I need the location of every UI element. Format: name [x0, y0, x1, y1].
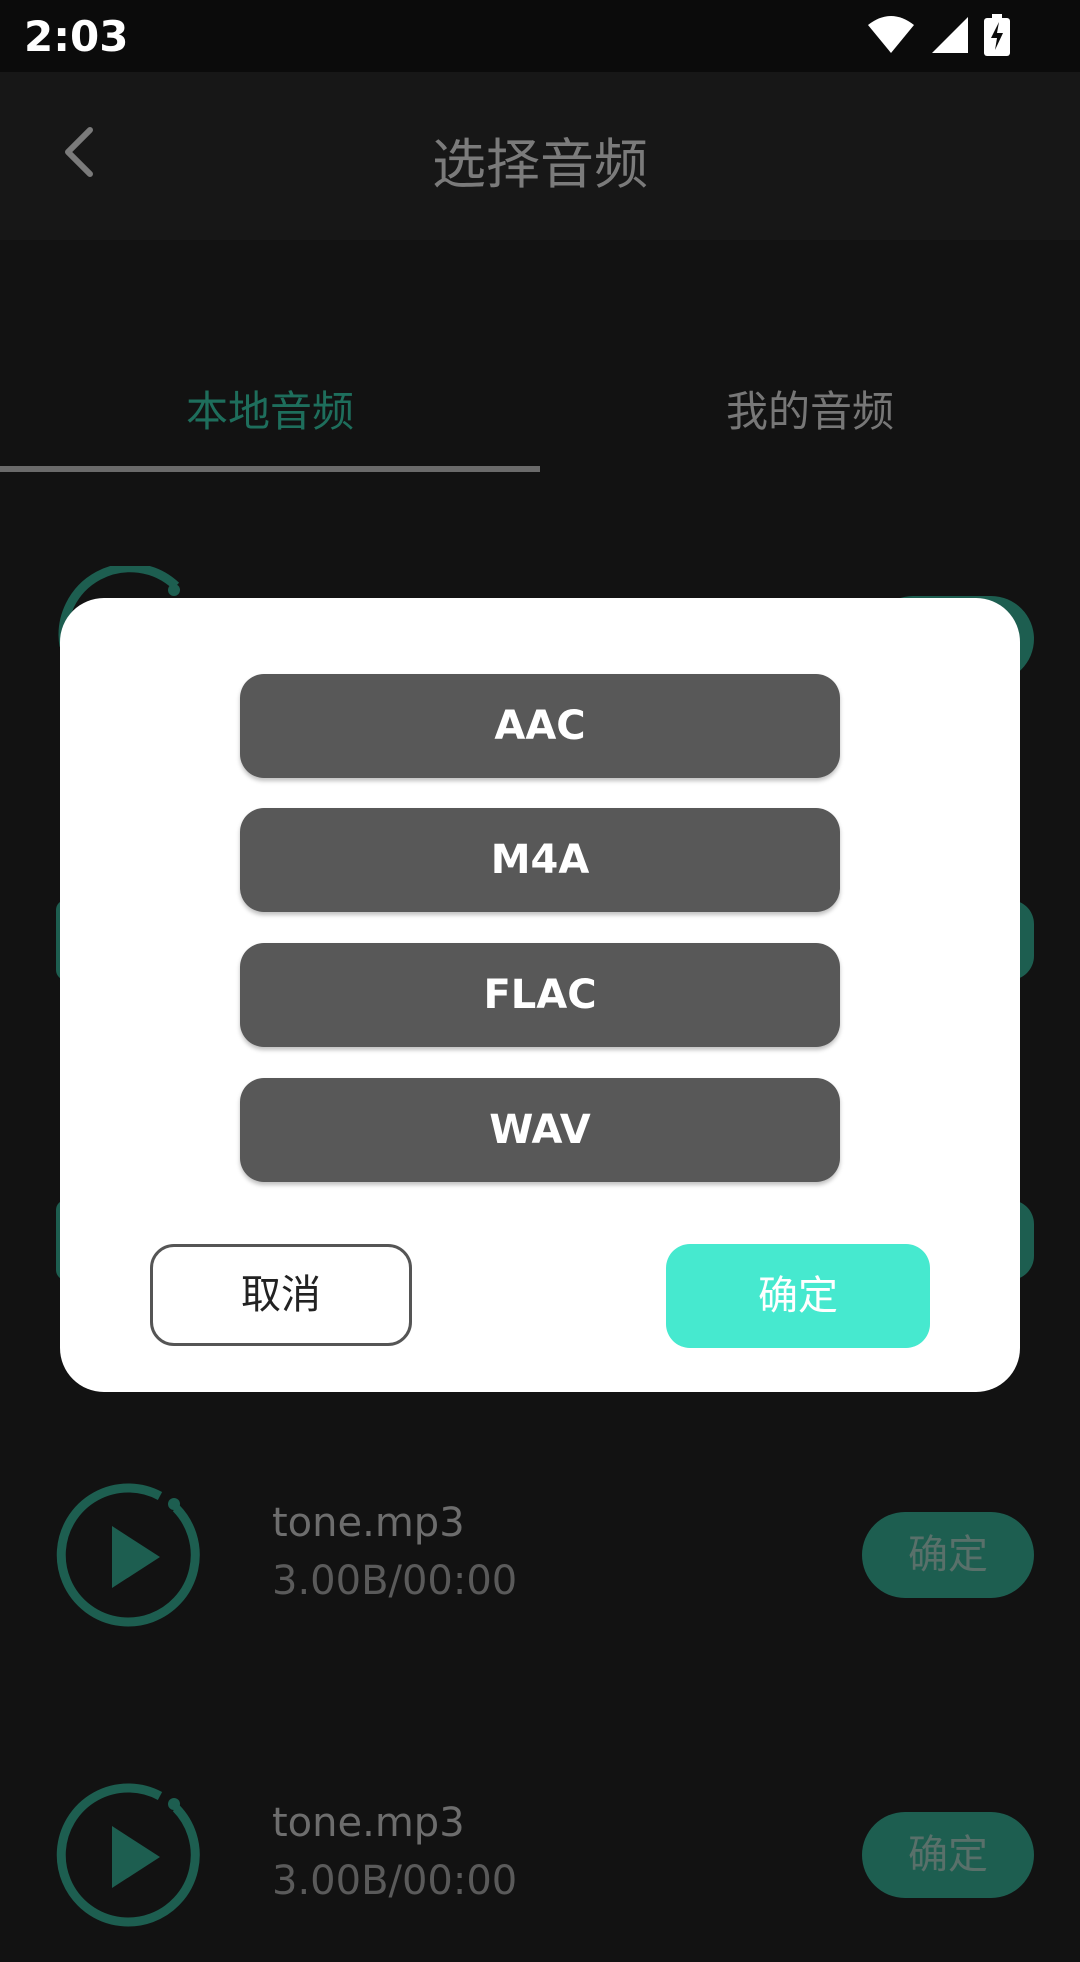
- tab-my-audio[interactable]: 我的音频: [540, 378, 1080, 439]
- format-wav-button[interactable]: WAV: [240, 1078, 840, 1182]
- signal-icon: [932, 17, 968, 53]
- tab-indicator: [0, 466, 540, 472]
- audio-meta: 3.00B/00:00: [272, 1858, 518, 1904]
- format-dialog: AAC M4A FLAC WAV 取消 确定: [60, 598, 1020, 1392]
- wifi-icon: [868, 16, 914, 53]
- tab-local-audio[interactable]: 本地音频: [0, 378, 540, 439]
- list-item[interactable]: tone.mp3 3.00B/00:00 确定: [0, 1462, 1080, 1662]
- play-icon[interactable]: [56, 1482, 206, 1632]
- cancel-button[interactable]: 取消: [150, 1244, 412, 1346]
- status-time: 2:03: [24, 12, 129, 61]
- confirm-button[interactable]: 确定: [666, 1244, 930, 1348]
- page-title: 选择音频: [432, 133, 648, 196]
- play-icon[interactable]: [56, 1782, 206, 1932]
- status-icons: [866, 14, 1010, 56]
- format-m4a-button[interactable]: M4A: [240, 808, 840, 912]
- battery-charging-icon: [984, 14, 1010, 56]
- tab-bar: 本地音频 我的音频: [0, 240, 1080, 470]
- row-confirm-button[interactable]: 确定: [862, 1512, 1034, 1598]
- audio-name: tone.mp3: [272, 1500, 465, 1546]
- audio-meta: 3.00B/00:00: [272, 1558, 518, 1604]
- format-flac-button[interactable]: FLAC: [240, 943, 840, 1047]
- format-aac-button[interactable]: AAC: [240, 674, 840, 778]
- audio-name: tone.mp3: [272, 1800, 465, 1846]
- row-confirm-button[interactable]: 确定: [862, 1812, 1034, 1898]
- app-bar: 选择音频: [0, 72, 1080, 240]
- status-bar: 2:03: [0, 0, 1080, 72]
- list-item[interactable]: tone.mp3 3.00B/00:00 确定: [0, 1762, 1080, 1962]
